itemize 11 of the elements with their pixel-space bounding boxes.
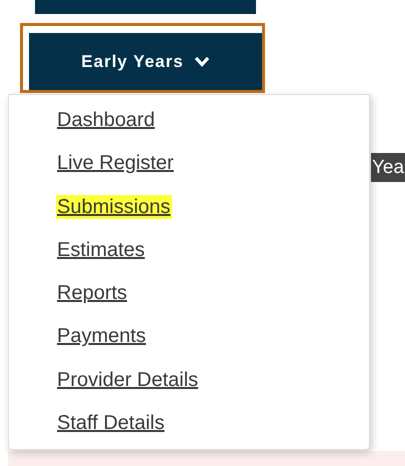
menu-link[interactable]: Provider Details	[56, 368, 200, 392]
menu-link[interactable]: Reports	[56, 281, 130, 306]
menu-link[interactable]: Staff Details	[56, 411, 166, 436]
menu-link[interactable]: Estimates	[56, 238, 147, 262]
chevron-icon	[194, 56, 210, 68]
menu-link[interactable]: Dashboard	[56, 108, 157, 132]
menu-link[interactable]: Submissions	[56, 194, 172, 219]
menu-button[interactable]: Early Years	[29, 33, 262, 90]
menu-link[interactable]: Live Register	[56, 151, 176, 176]
menu-link[interactable]: Payments	[56, 324, 148, 348]
tab[interactable]: Yea	[371, 153, 405, 182]
